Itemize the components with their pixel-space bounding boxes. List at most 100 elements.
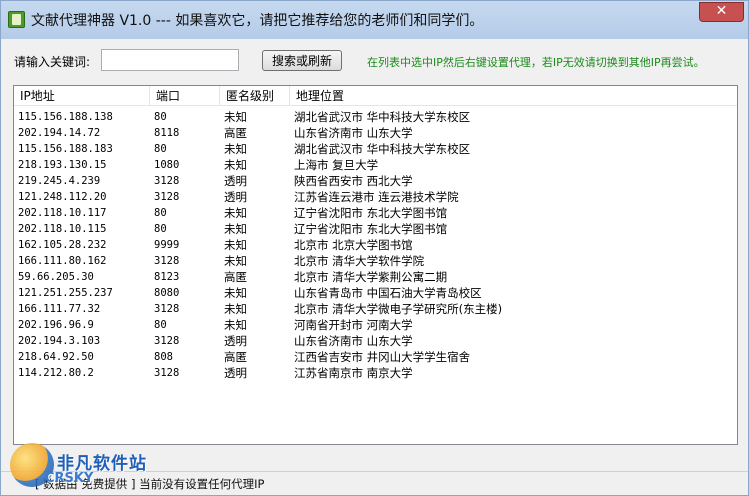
cell-port: 9999	[154, 239, 180, 251]
cell-location: 湖北省武汉市 华中科技大学东校区	[294, 110, 471, 124]
cell-location: 上海市 复旦大学	[294, 158, 379, 172]
cell-anonymity: 高匿	[224, 126, 247, 140]
cell-port: 3128	[154, 303, 180, 315]
cell-location: 北京市 北京大学图书馆	[294, 238, 413, 252]
main-window: 文献代理神器 V1.0 --- 如果喜欢它，请把它推荐给您的老师们和同学们。 ✕…	[0, 0, 749, 496]
column-header-ip[interactable]: IP地址	[14, 86, 150, 106]
cell-ip: 202.118.10.117	[18, 207, 107, 219]
cell-location: 江苏省连云港市 连云港技术学院	[294, 190, 459, 204]
cell-ip: 219.245.4.239	[18, 175, 101, 187]
cell-port: 808	[154, 351, 173, 363]
cell-anonymity: 透明	[224, 174, 247, 188]
cell-location: 江西省吉安市 井冈山大学学生宿舍	[294, 350, 471, 364]
cell-ip: 202.196.96.9	[18, 319, 94, 331]
table-row[interactable]: 59.66.205.30 8123 高匿 北京市 清华大学紫荆公寓二期	[14, 269, 737, 285]
cell-port: 3128	[154, 255, 180, 267]
cell-ip: 162.105.28.232	[18, 239, 107, 251]
search-row: 请输入关键词: 搜索或刷新 在列表中选中IP然后右键设置代理，若IP无效请切换到…	[1, 47, 748, 75]
cell-anonymity: 透明	[224, 366, 247, 380]
cell-anonymity: 高匿	[224, 270, 247, 284]
search-refresh-button[interactable]: 搜索或刷新	[262, 50, 342, 71]
table-row[interactable]: 121.251.255.237 8080 未知 山东省青岛市 中国石油大学青岛校区	[14, 285, 737, 301]
table-row[interactable]: 218.193.130.15 1080 未知 上海市 复旦大学	[14, 157, 737, 173]
cell-port: 80	[154, 207, 167, 219]
cell-port: 80	[154, 319, 167, 331]
cell-anonymity: 未知	[224, 206, 247, 220]
cell-ip: 202.194.3.103	[18, 335, 101, 347]
table-row[interactable]: 115.156.188.183 80 未知 湖北省武汉市 华中科技大学东校区	[14, 141, 737, 157]
cell-location: 山东省济南市 山东大学	[294, 334, 413, 348]
cell-ip: 121.251.255.237	[18, 287, 113, 299]
window-title: 文献代理神器 V1.0 --- 如果喜欢它，请把它推荐给您的老师们和同学们。	[31, 13, 484, 29]
table-row[interactable]: 202.194.14.72 8118 高匿 山东省济南市 山东大学	[14, 125, 737, 141]
cell-port: 3128	[154, 175, 180, 187]
table-row[interactable]: 202.118.10.117 80 未知 辽宁省沈阳市 东北大学图书馆	[14, 205, 737, 221]
cell-port: 80	[154, 111, 167, 123]
cell-ip: 166.111.77.32	[18, 303, 101, 315]
cell-anonymity: 未知	[224, 158, 247, 172]
table-row[interactable]: 162.105.28.232 9999 未知 北京市 北京大学图书馆	[14, 237, 737, 253]
cell-port: 1080	[154, 159, 180, 171]
cell-port: 3128	[154, 191, 180, 203]
cell-anonymity: 未知	[224, 254, 247, 268]
cell-location: 北京市 清华大学微电子学研究所(东主楼)	[294, 302, 503, 316]
cell-ip: 115.156.188.138	[18, 111, 113, 123]
cell-ip: 59.66.205.30	[18, 271, 94, 283]
cell-location: 山东省济南市 山东大学	[294, 126, 413, 140]
table-row[interactable]: 202.118.10.115 80 未知 辽宁省沈阳市 东北大学图书馆	[14, 221, 737, 237]
cell-location: 湖北省武汉市 华中科技大学东校区	[294, 142, 471, 156]
cell-anonymity: 未知	[224, 222, 247, 236]
proxy-list[interactable]: IP地址 端口 匿名级别 地理位置 115.156.188.138 80 未知 湖北省…	[13, 85, 738, 445]
cell-location: 山东省青岛市 中国石油大学青岛校区	[294, 286, 482, 300]
list-header: IP地址 端口 匿名级别 地理位置	[14, 86, 737, 106]
table-row[interactable]: 202.194.3.103 3128 透明 山东省济南市 山东大学	[14, 333, 737, 349]
cell-anonymity: 透明	[224, 190, 247, 204]
cell-anonymity: 未知	[224, 302, 247, 316]
cell-anonymity: 高匿	[224, 350, 247, 364]
column-header-location[interactable]: 地理位置	[290, 86, 737, 106]
cell-location: 陕西省西安市 西北大学	[294, 174, 413, 188]
cell-port: 3128	[154, 367, 180, 379]
table-row[interactable]: 166.111.80.162 3128 未知 北京市 清华大学软件学院	[14, 253, 737, 269]
cell-ip: 121.248.112.20	[18, 191, 107, 203]
table-row[interactable]: 202.196.96.9 80 未知 河南省开封市 河南大学	[14, 317, 737, 333]
cell-ip: 202.194.14.72	[18, 127, 101, 139]
table-row[interactable]: 219.245.4.239 3128 透明 陕西省西安市 西北大学	[14, 173, 737, 189]
cell-anonymity: 未知	[224, 238, 247, 252]
cell-port: 80	[154, 223, 167, 235]
table-row[interactable]: 114.212.80.2 3128 透明 江苏省南京市 南京大学	[14, 365, 737, 381]
close-button[interactable]: ✕	[699, 2, 744, 22]
table-row[interactable]: 166.111.77.32 3128 未知 北京市 清华大学微电子学研究所(东主楼)	[14, 301, 737, 317]
cell-port: 8123	[154, 271, 180, 283]
cell-location: 北京市 清华大学紫荆公寓二期	[294, 270, 448, 284]
cell-port: 8118	[154, 127, 180, 139]
cell-ip: 166.111.80.162	[18, 255, 107, 267]
status-bar: [ 数据由 免费提供 ] 当前没有设置任何代理IP	[1, 471, 748, 495]
cell-anonymity: 未知	[224, 318, 247, 332]
cell-ip: 218.193.130.15	[18, 159, 107, 171]
cell-location: 辽宁省沈阳市 东北大学图书馆	[294, 206, 448, 220]
table-row[interactable]: 121.248.112.20 3128 透明 江苏省连云港市 连云港技术学院	[14, 189, 737, 205]
app-icon	[8, 11, 25, 28]
column-header-port[interactable]: 端口	[150, 86, 220, 106]
column-header-anonymity[interactable]: 匿名级别	[220, 86, 290, 106]
table-row[interactable]: 218.64.92.50 808 高匿 江西省吉安市 井冈山大学学生宿舍	[14, 349, 737, 365]
cell-location: 江苏省南京市 南京大学	[294, 366, 413, 380]
cell-location: 北京市 清华大学软件学院	[294, 254, 425, 268]
cell-port: 80	[154, 143, 167, 155]
cell-anonymity: 未知	[224, 286, 247, 300]
keyword-input[interactable]	[101, 49, 239, 71]
title-bar[interactable]: 文献代理神器 V1.0 --- 如果喜欢它，请把它推荐给您的老师们和同学们。 ✕	[1, 1, 748, 39]
cell-location: 河南省开封市 河南大学	[294, 318, 413, 332]
cell-anonymity: 未知	[224, 110, 247, 124]
cell-port: 8080	[154, 287, 180, 299]
table-row[interactable]: 115.156.188.138 80 未知 湖北省武汉市 华中科技大学东校区	[14, 109, 737, 125]
cell-location: 辽宁省沈阳市 东北大学图书馆	[294, 222, 448, 236]
cell-ip: 114.212.80.2	[18, 367, 94, 379]
cell-anonymity: 透明	[224, 334, 247, 348]
usage-hint: 在列表中选中IP然后右键设置代理，若IP无效请切换到其他IP再尝试。	[367, 56, 705, 69]
status-text: [ 数据由 免费提供 ] 当前没有设置任何代理IP	[35, 477, 265, 491]
cell-ip: 202.118.10.115	[18, 223, 107, 235]
cell-anonymity: 未知	[224, 142, 247, 156]
list-rows: 115.156.188.138 80 未知 湖北省武汉市 华中科技大学东校区 202.1…	[14, 109, 737, 381]
